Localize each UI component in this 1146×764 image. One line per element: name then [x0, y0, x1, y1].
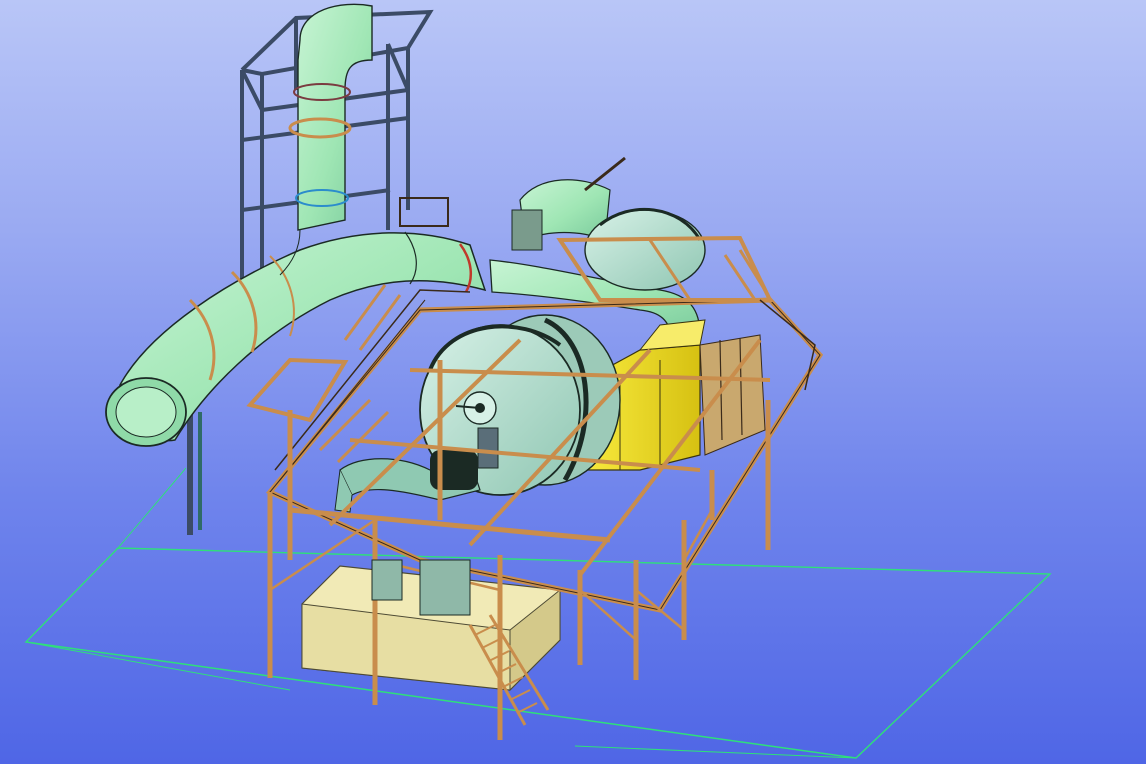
rear-fan-wheel[interactable]: [584, 207, 706, 291]
stairs-left[interactable]: [318, 284, 402, 464]
stairs-right[interactable]: [723, 249, 770, 301]
3d-model-scene[interactable]: [0, 0, 1146, 764]
cad-viewport[interactable]: [0, 0, 1146, 764]
vertical-duct[interactable]: [288, 3, 373, 231]
